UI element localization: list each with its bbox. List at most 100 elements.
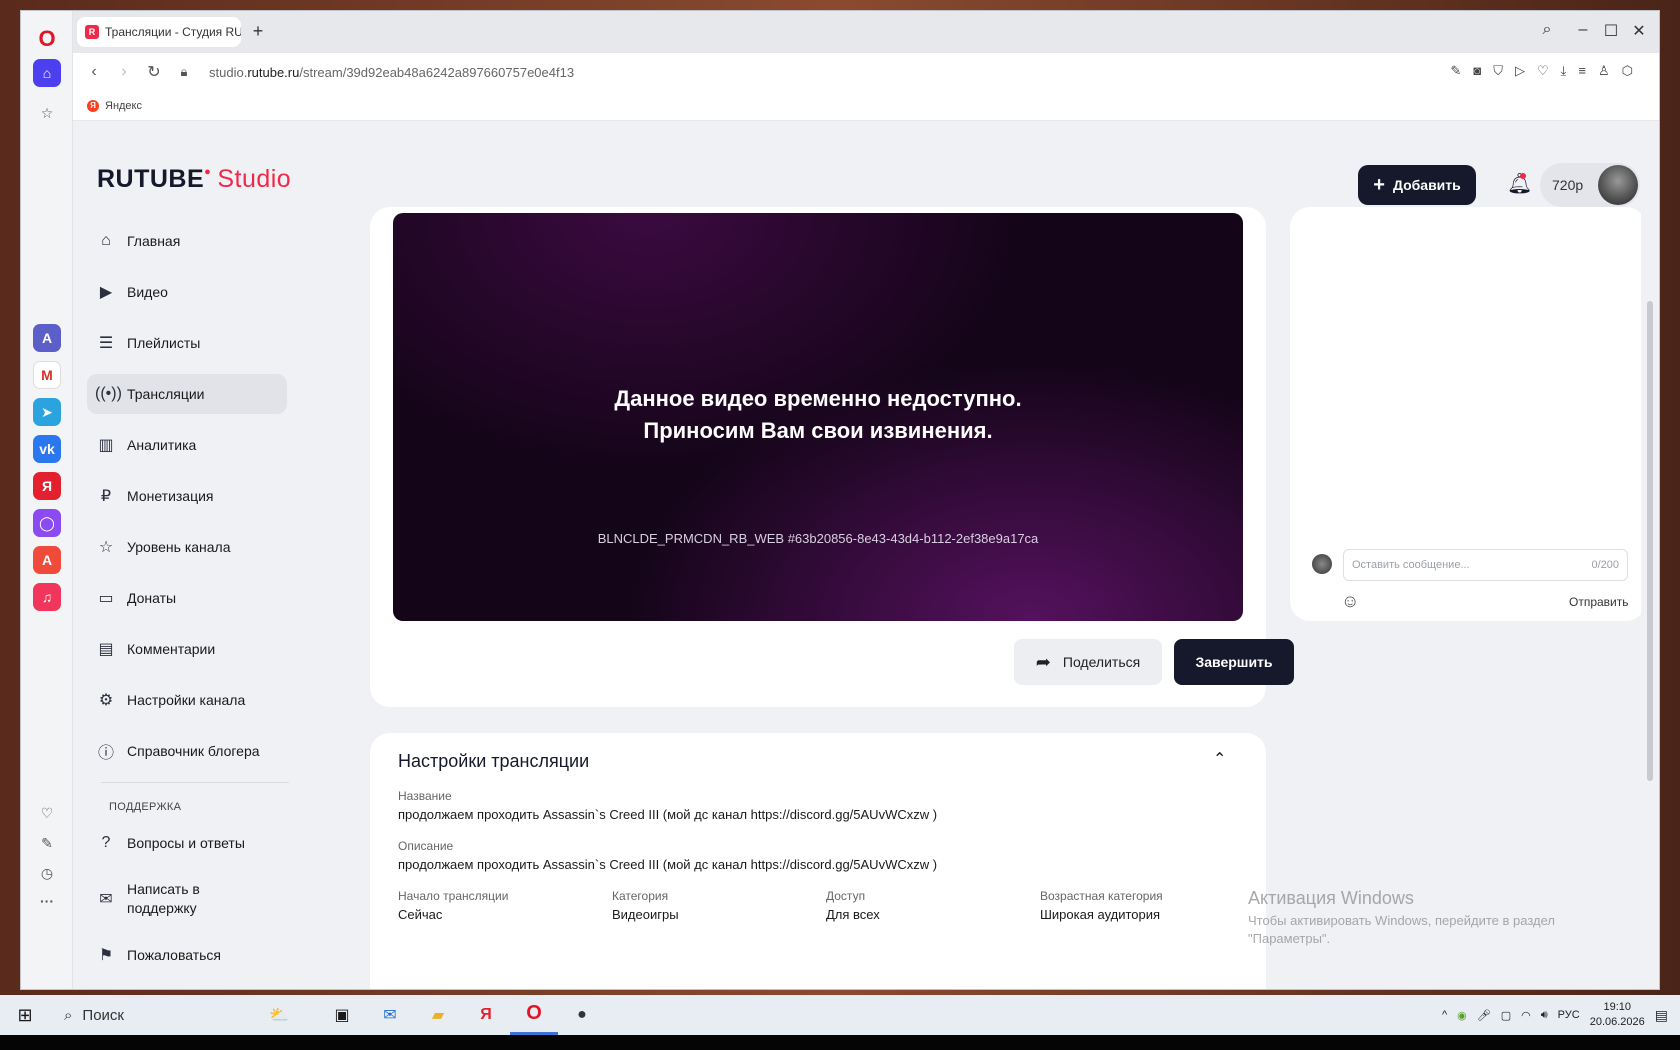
profile-icon[interactable]: ♙ <box>1598 63 1610 79</box>
language-indicator[interactable]: РУС <box>1558 1009 1580 1021</box>
clock-date: 20.06.2026 <box>1589 1016 1645 1028</box>
gmail-icon[interactable]: M <box>33 361 61 389</box>
chat-placeholder: Оставить сообщение... <box>1352 559 1470 571</box>
rutube-studio-logo[interactable]: RUTUBE● Studio <box>97 165 291 194</box>
reload-button[interactable]: ↻ <box>139 62 169 82</box>
sidebar-item-contact-support[interactable]: ✉ Написать в поддержку <box>87 874 287 924</box>
end-stream-button[interactable]: Завершить <box>1174 639 1294 685</box>
sidebar-item-label: Вопросы и ответы <box>127 835 245 851</box>
opera-home-icon[interactable]: ⌂ <box>33 59 61 87</box>
chat-send-button[interactable]: Отправить <box>1569 595 1629 609</box>
more-icon[interactable]: ··· <box>33 887 61 915</box>
share-button[interactable]: ➦ Поделиться <box>1014 639 1162 685</box>
sidebar-item-blogger-guide[interactable]: ⓘ Справочник блогера <box>87 731 287 771</box>
windows-start-icon[interactable]: ⊞ <box>0 1005 50 1026</box>
chat-message-input[interactable]: Оставить сообщение... 0/200 <box>1343 549 1628 581</box>
sidebar-item-playlists[interactable]: ☰ Плейлисты <box>87 323 287 363</box>
sidebar-item-label: Монетизация <box>127 488 214 504</box>
sidebar-item-home[interactable]: ⌂ Главная <box>87 221 287 261</box>
camera-icon[interactable]: ◙ <box>1473 63 1481 79</box>
user-menu[interactable]: 720p <box>1540 163 1640 207</box>
sidebar-item-broadcasts[interactable]: ((•)) Трансляции <box>87 374 287 414</box>
edit-icon[interactable]: ✎ <box>1450 63 1461 79</box>
page-scrollbar[interactable] <box>1641 121 1659 989</box>
bookmark-yandex[interactable]: Яндекс <box>105 100 142 112</box>
vk-icon[interactable]: vk <box>33 435 61 463</box>
tab-active[interactable]: R Трансляции - Студия RU <box>77 17 241 47</box>
sidebar-item-video[interactable]: ▶ Видео <box>87 272 287 312</box>
outlook-icon[interactable]: ✉ <box>366 995 414 1035</box>
sidebar-item-monetization[interactable]: ₽ Монетизация <box>87 476 287 516</box>
video-player[interactable]: Данное видео временно недоступно. Принос… <box>393 213 1243 621</box>
yandex-browser-icon[interactable]: Я <box>462 995 510 1035</box>
taskbar-search[interactable]: ⌕ Поиск <box>50 1007 240 1024</box>
forward-button[interactable]: › <box>109 63 139 81</box>
taskbar-clock[interactable]: 19:10 20.06.2026 <box>1590 1000 1645 1030</box>
scrollbar-thumb[interactable] <box>1647 301 1653 781</box>
settings-title: Настройки трансляции <box>398 751 590 771</box>
sidebar-item-analytics[interactable]: ▥ Аналитика <box>87 425 287 465</box>
sidebar-item-faq[interactable]: ? Вопросы и ответы <box>87 823 287 863</box>
aria-icon[interactable]: A <box>33 324 61 352</box>
chevron-up-icon[interactable]: ⌃ <box>1213 749 1226 769</box>
tray-chevron-up-icon[interactable]: ^ <box>1442 1009 1447 1021</box>
sidebar-item-report[interactable]: ⚑ Пожаловаться <box>87 935 287 975</box>
tray-app-icon[interactable]: ◉ <box>1457 1009 1467 1022</box>
opera-logo-icon[interactable]: O <box>33 25 61 53</box>
sidebar-item-channel-level[interactable]: ☆ Уровень канала <box>87 527 287 567</box>
extensions-icon[interactable]: ⬡ <box>1622 63 1633 79</box>
weather-widget-icon[interactable]: ⛅ <box>240 995 318 1035</box>
app-icon[interactable]: A <box>33 546 61 574</box>
heart-icon[interactable]: ♡ <box>33 799 61 827</box>
alice-icon[interactable]: ◯ <box>33 509 61 537</box>
url-prefix: studio. <box>209 64 248 80</box>
maximize-button[interactable]: ☐ <box>1599 21 1623 41</box>
file-explorer-icon[interactable]: ▰ <box>414 995 462 1035</box>
tray-display-icon[interactable]: ▢ <box>1501 1009 1511 1022</box>
sidebar-item-label: Видео <box>127 284 168 300</box>
sidebar-item-donations[interactable]: ▭ Донаты <box>87 578 287 618</box>
category-label: Категория <box>612 889 669 903</box>
heart-icon[interactable]: ♡ <box>1537 63 1549 79</box>
age-category-label: Возрастная категория <box>1040 889 1163 903</box>
music-icon[interactable]: ♫ <box>33 583 61 611</box>
download-icon[interactable]: ⤓ <box>1561 63 1567 79</box>
pin-icon[interactable]: ✎ <box>33 829 61 857</box>
sidebar-item-channel-settings[interactable]: ⚙ Настройки канала <box>87 680 287 720</box>
windows-taskbar: ⊞ ⌕ Поиск ⛅ ▣ ✉ ▰ Я O ● ^ ◉ 🎤︎ ▢ ◠ 🔊︎ РУ… <box>0 995 1680 1035</box>
yandex-icon[interactable]: Я <box>33 472 61 500</box>
category-value: Видеоигры <box>612 907 679 922</box>
history-icon[interactable]: ◷ <box>33 859 61 887</box>
opera-taskbar-icon[interactable]: O <box>510 995 558 1035</box>
page-content: RUTUBE● Studio + Добавить 🔔︎ 720p ⌂ Главна… <box>73 121 1641 989</box>
back-button[interactable]: ‹ <box>79 63 109 81</box>
sidebar-item-label: Настройки канала <box>127 692 246 708</box>
minimize-button[interactable]: – <box>1571 21 1595 39</box>
search-tabs-icon[interactable]: ⌕ <box>1535 21 1559 39</box>
menu-icon[interactable]: ≡ <box>1578 63 1586 79</box>
wifi-icon[interactable]: ◠ <box>1521 1009 1531 1022</box>
emoji-icon[interactable]: ☺ <box>1341 591 1359 612</box>
sidebar-item-comments[interactable]: ▤ Комментарии <box>87 629 287 669</box>
notifications-icon[interactable]: ▤ <box>1655 1007 1668 1024</box>
new-tab-button[interactable]: + <box>249 22 267 41</box>
shield-icon[interactable]: ⛉ <box>1493 63 1503 79</box>
send-icon[interactable]: ▷ <box>1515 63 1525 79</box>
playlist-icon: ☰ <box>98 335 114 352</box>
url-path: /stream/39d92eab48a6242a897660757e0e4f13 <box>299 64 575 80</box>
volume-icon[interactable]: 🔊︎ <box>1541 1009 1548 1022</box>
add-button[interactable]: + Добавить <box>1358 165 1476 205</box>
avatar[interactable] <box>1598 165 1638 205</box>
tab-title: Трансляции - Студия RU <box>105 25 241 39</box>
opera-speed-dial-icon[interactable]: ☆ <box>33 99 61 127</box>
url-field[interactable]: studio.rutube.ru/stream/39d92eab48a6242a… <box>209 65 574 80</box>
app-taskbar-icon[interactable]: ● <box>558 995 606 1035</box>
sidebar-item-label: Плейлисты <box>127 335 201 351</box>
close-window-button[interactable]: ✕ <box>1627 21 1651 41</box>
task-view-icon[interactable]: ▣ <box>318 995 366 1035</box>
sidebar-item-label: Главная <box>127 233 181 249</box>
url-domain: rutube.ru <box>247 64 300 80</box>
telegram-icon[interactable]: ➤ <box>33 398 61 426</box>
microphone-icon[interactable]: 🎤︎ <box>1477 1009 1491 1022</box>
logo-main: RUTUBE <box>97 165 205 193</box>
